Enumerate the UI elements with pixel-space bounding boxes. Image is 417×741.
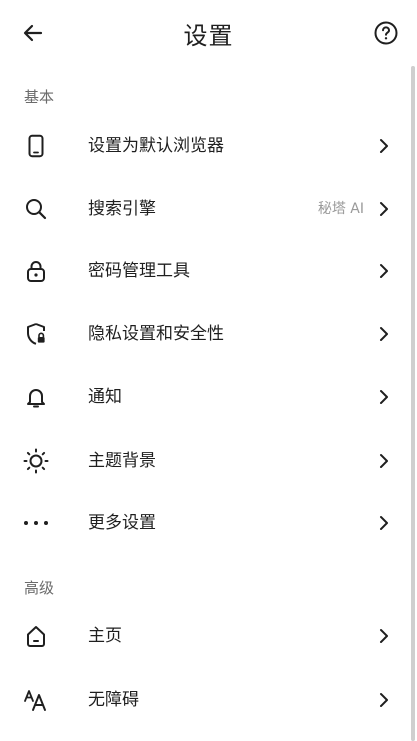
chevron-right-icon: [374, 136, 394, 156]
more-dots-icon: [18, 505, 54, 541]
chevron-right-icon: [374, 324, 394, 344]
accessibility-label: 无障碍: [88, 690, 139, 710]
chevron-right-icon: [374, 513, 394, 533]
homepage-label: 主页: [88, 626, 122, 646]
section-header-advanced: 高级: [24, 579, 55, 597]
more-settings-item[interactable]: 更多设置: [0, 492, 408, 554]
top-app-bar: 设置: [0, 0, 417, 66]
search-engine-value: 秘塔 AI: [317, 201, 364, 217]
page-title: 设置: [183, 22, 234, 50]
search-engine-label: 搜索引擎: [88, 199, 156, 219]
notifications-item[interactable]: 通知: [0, 366, 408, 428]
section-header-basic: 基本: [24, 88, 55, 106]
scrollbar[interactable]: [411, 66, 415, 741]
bell-icon: [18, 379, 54, 415]
chevron-right-icon: [374, 626, 394, 646]
chevron-right-icon: [374, 261, 394, 281]
help-button[interactable]: [371, 18, 401, 48]
phone-icon: [18, 128, 54, 164]
theme-label: 主题背景: [88, 451, 156, 471]
help-circle-icon: [374, 21, 398, 45]
chevron-right-icon: [374, 199, 394, 219]
notifications-label: 通知: [88, 387, 122, 407]
password-manager-item[interactable]: 密码管理工具: [0, 240, 408, 302]
text-size-icon: [18, 682, 54, 718]
sun-icon: [18, 443, 54, 479]
privacy-security-item[interactable]: 隐私设置和安全性: [0, 303, 408, 365]
chevron-right-icon: [374, 690, 394, 710]
password-manager-label: 密码管理工具: [88, 261, 190, 281]
default-browser-item[interactable]: 设置为默认浏览器: [0, 115, 408, 177]
search-icon: [18, 191, 54, 227]
lock-icon: [18, 253, 54, 289]
more-settings-label: 更多设置: [88, 513, 156, 533]
search-engine-item[interactable]: 搜索引擎 秘塔 AI: [0, 178, 408, 240]
chevron-right-icon: [374, 451, 394, 471]
theme-item[interactable]: 主题背景: [0, 430, 408, 492]
home-icon: [18, 618, 54, 654]
accessibility-item[interactable]: 无障碍: [0, 669, 408, 731]
default-browser-label: 设置为默认浏览器: [88, 136, 224, 156]
homepage-item[interactable]: 主页: [0, 605, 408, 667]
scrollbar-thumb[interactable]: [411, 66, 415, 741]
privacy-security-label: 隐私设置和安全性: [88, 324, 224, 344]
shield-lock-icon: [18, 316, 54, 352]
chevron-right-icon: [374, 387, 394, 407]
